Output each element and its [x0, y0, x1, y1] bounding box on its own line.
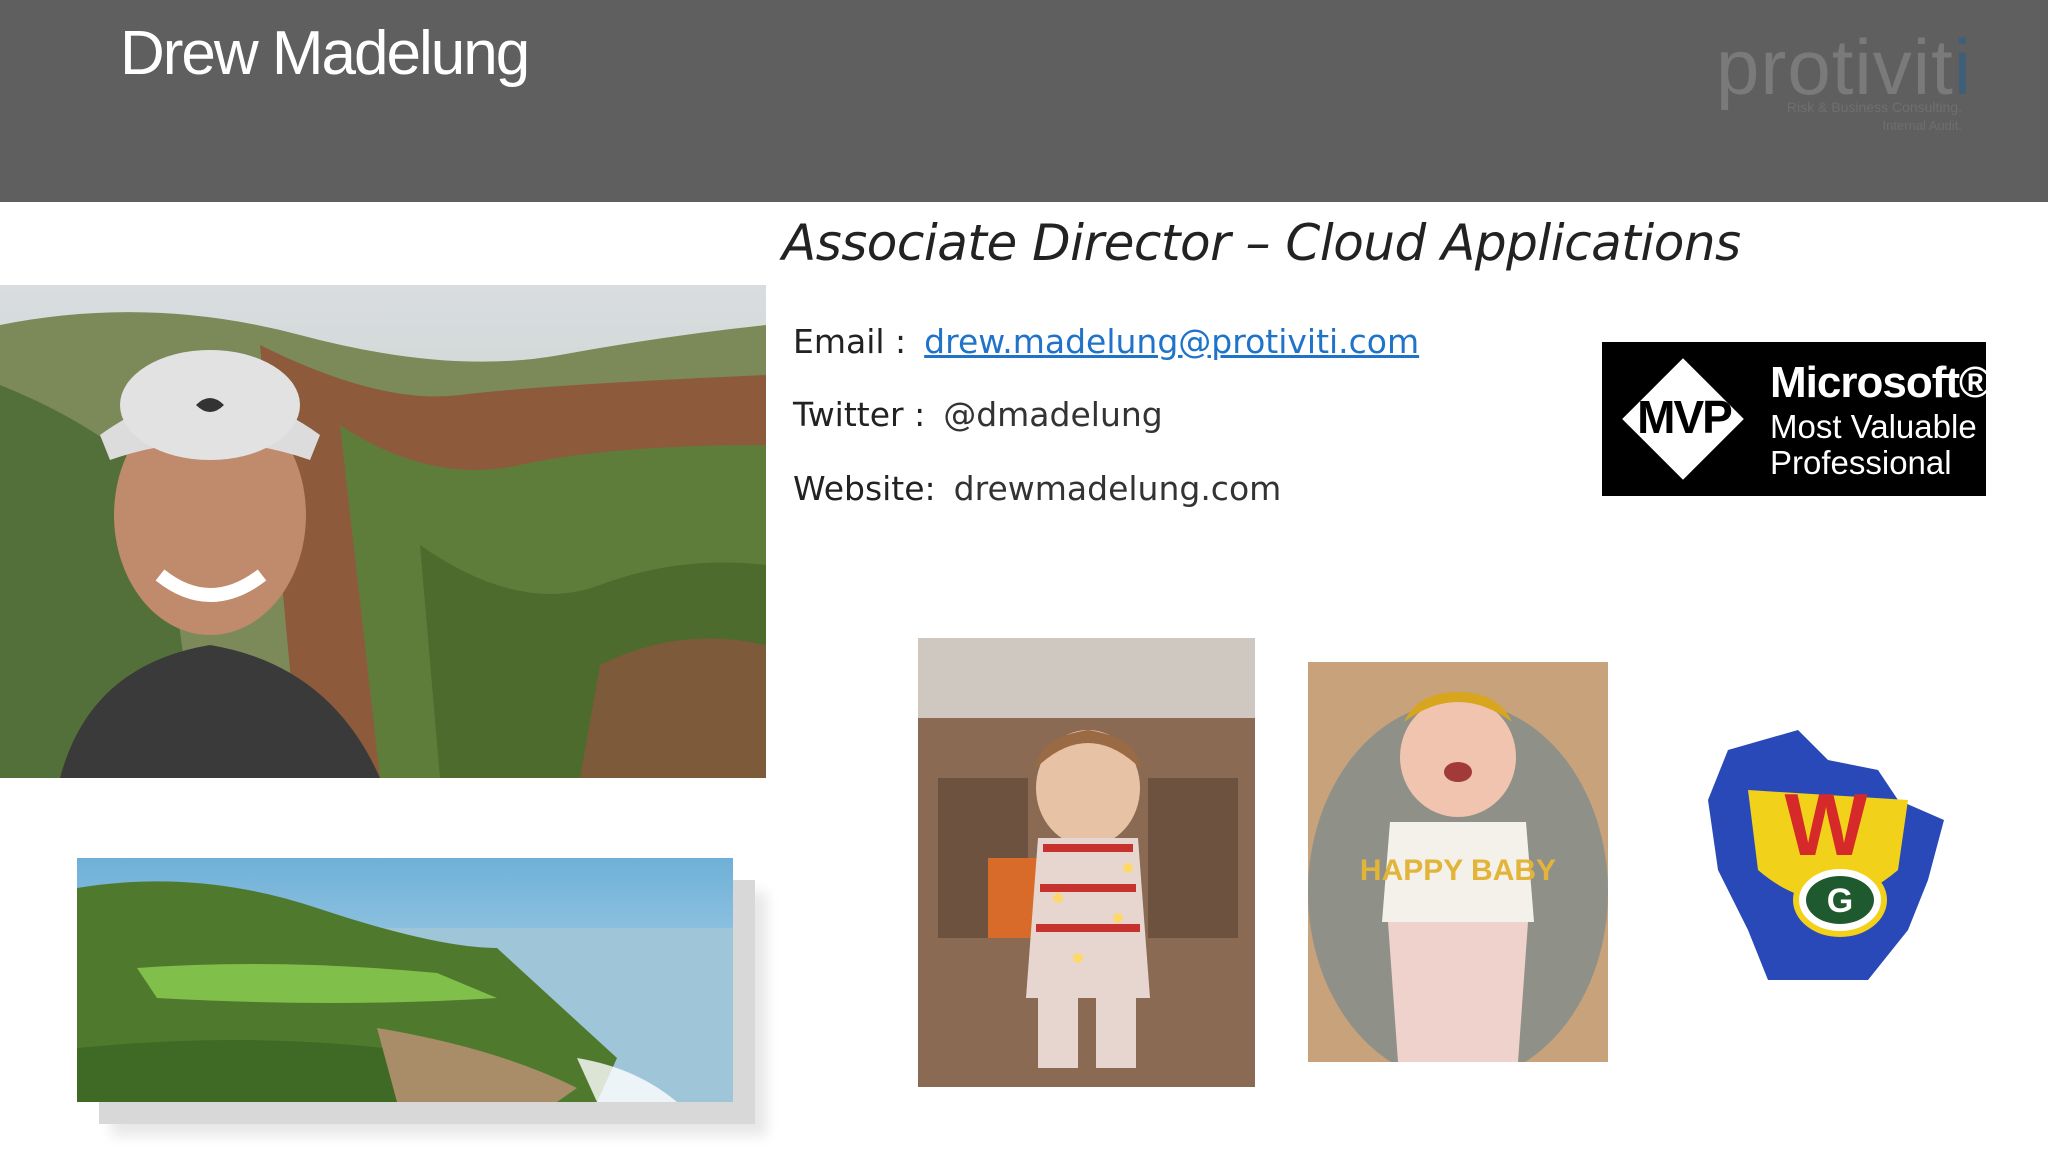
- wisconsin-w-letter: W: [1784, 775, 1867, 874]
- microsoft-mvp-badge: MVP Microsoft® Most Valuable Professiona…: [1602, 342, 1991, 496]
- mvp-line-most-valuable: Most Valuable: [1770, 408, 1977, 445]
- contact-email-row: Email : drew.madelung@protiviti.com: [793, 322, 1419, 361]
- contact-twitter-row: Twitter : @dmadelung: [793, 395, 1163, 434]
- contact-website-row: Website: drewmadelung.com: [793, 469, 1281, 508]
- logo-tagline-2: Internal Audit.: [1882, 118, 1963, 133]
- protiviti-logo: protiviti Risk & Business Consulting. In…: [1716, 22, 1986, 142]
- baby-photo: HAPPY BABY: [1308, 662, 1608, 1062]
- toddler-photo: [918, 638, 1255, 1087]
- selfie-canyon-photo: [0, 285, 766, 778]
- website-url: drewmadelung.com: [953, 469, 1282, 508]
- mvp-line-professional: Professional: [1770, 444, 1952, 481]
- presenter-name: Drew Madelung: [120, 19, 530, 88]
- twitter-label: Twitter :: [793, 395, 926, 434]
- packers-g-letter: G: [1827, 882, 1853, 920]
- email-label: Email :: [793, 322, 907, 361]
- email-link[interactable]: drew.madelung@protiviti.com: [924, 322, 1419, 361]
- logo-word-accent: i: [1953, 23, 1973, 111]
- job-title: Associate Director – Cloud Applications: [782, 214, 1741, 272]
- slide-header: Drew Madelung protiviti Risk & Business …: [0, 0, 2048, 202]
- twitter-handle: @dmadelung: [943, 395, 1163, 434]
- wisconsin-packers-logo: W G: [1708, 730, 1944, 980]
- mvp-line-microsoft: Microsoft®: [1770, 358, 1991, 407]
- website-label: Website:: [793, 469, 936, 508]
- logo-word-main: protivit: [1716, 23, 1954, 111]
- baby-shirt-text: HAPPY BABY: [1360, 854, 1556, 887]
- mvp-abbrev: MVP: [1637, 391, 1733, 443]
- golf-course-photo: [77, 858, 733, 1102]
- logo-tagline-1: Risk & Business Consulting.: [1786, 99, 1962, 115]
